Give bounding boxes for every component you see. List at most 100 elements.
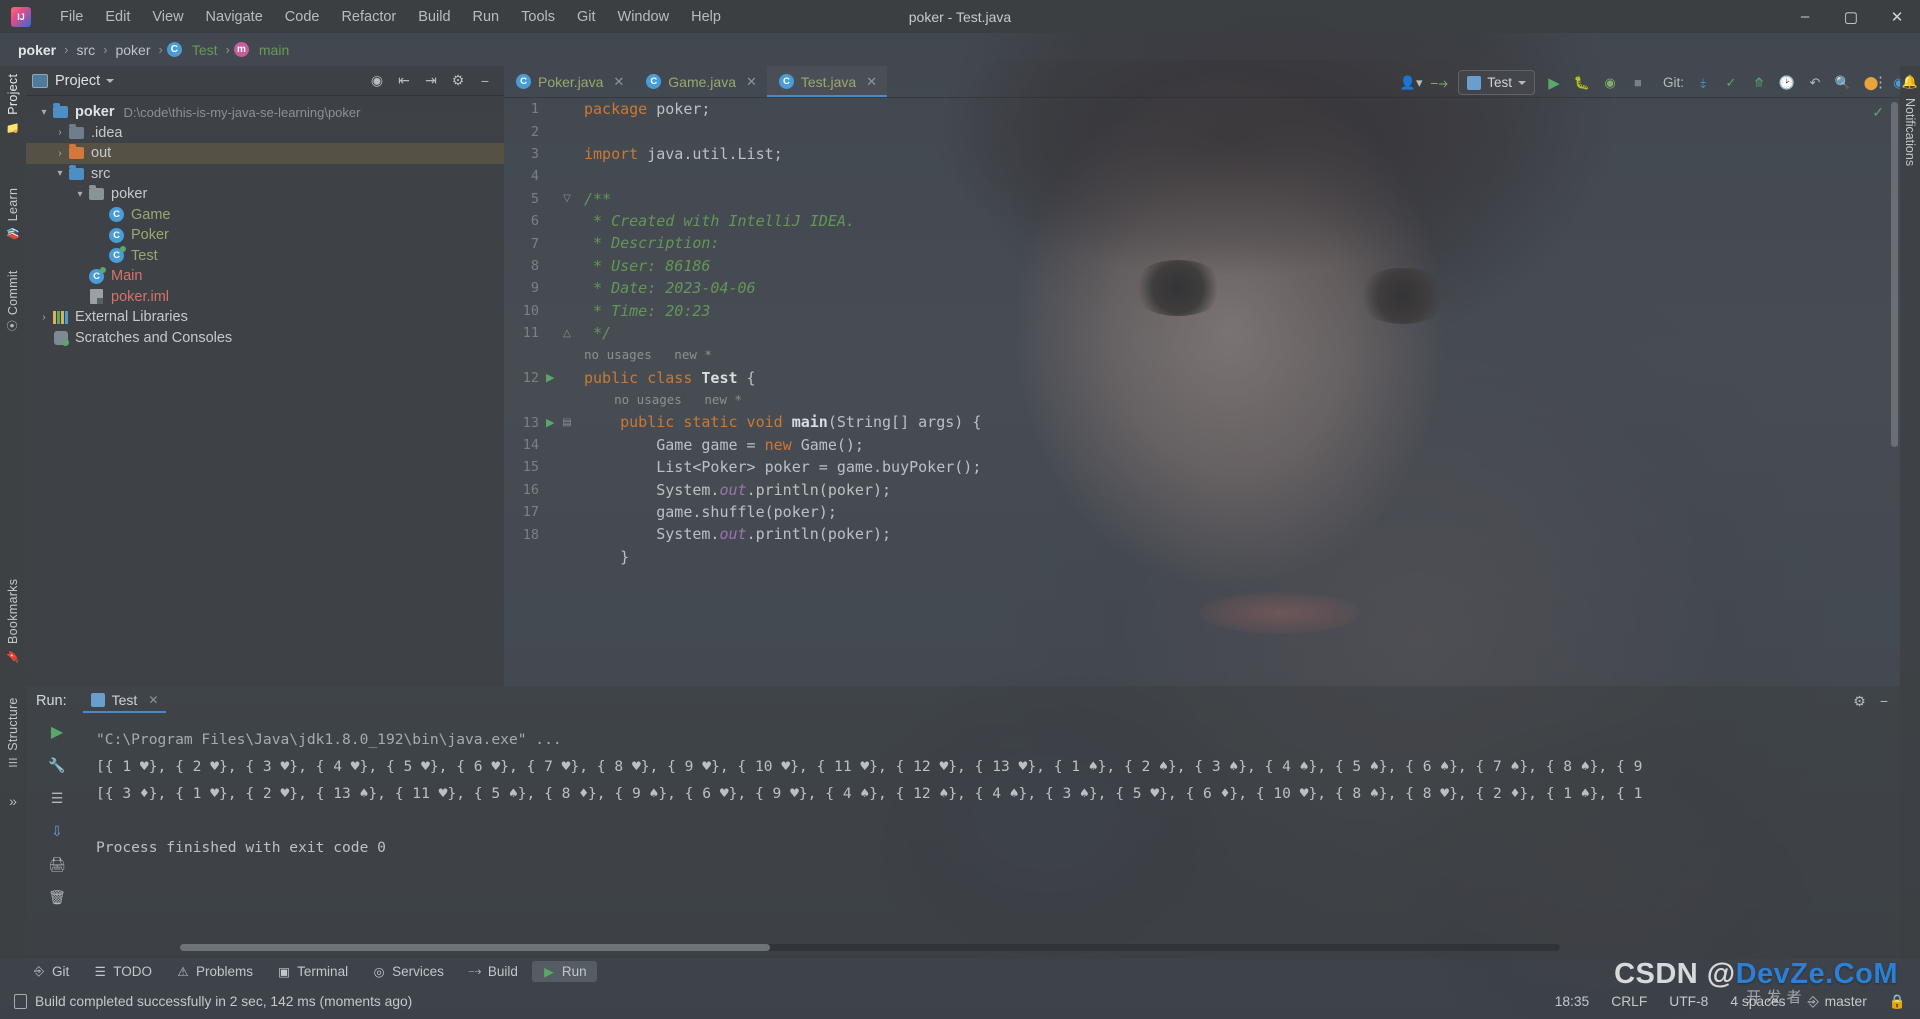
run-tab-test[interactable]: Test ✕ bbox=[82, 689, 167, 713]
trash-icon[interactable]: 🗑 bbox=[46, 887, 68, 907]
notifications-bell-icon[interactable]: 🔔 bbox=[1900, 66, 1920, 90]
settings-gear-icon[interactable]: ⚙ bbox=[1853, 693, 1866, 710]
tool-window-todo[interactable]: ☰ TODO bbox=[83, 961, 162, 982]
fold-icon[interactable]: ▽ bbox=[562, 193, 572, 204]
tool-window-problems[interactable]: ⚠ Problems bbox=[166, 961, 263, 982]
code-text[interactable]: package poker; import java.util.List; /*… bbox=[582, 98, 1900, 686]
module-folder-icon bbox=[52, 103, 69, 120]
menu-help[interactable]: Help bbox=[680, 5, 732, 29]
run-gutter-icon[interactable]: ▶ bbox=[546, 416, 556, 429]
code-inlay-hint-method[interactable]: no usages new * bbox=[582, 389, 1900, 411]
breadcrumb-project[interactable]: poker bbox=[14, 41, 60, 59]
twisty-icon[interactable]: › bbox=[52, 148, 68, 159]
breadcrumb-method[interactable]: main bbox=[255, 41, 293, 59]
readonly-lock-icon[interactable]: 🔒 bbox=[1889, 994, 1906, 1010]
sidebar-label-bookmarks: Bookmarks bbox=[6, 579, 20, 645]
scroll-to-end-icon[interactable]: ⇩ bbox=[46, 821, 68, 841]
twisty-icon[interactable]: ▾ bbox=[36, 107, 52, 118]
console-output[interactable]: "C:\Program Files\Java\jdk1.8.0_192\bin\… bbox=[88, 716, 1900, 959]
close-icon[interactable]: ✕ bbox=[148, 693, 158, 707]
sidebar-item-structure[interactable]: ☰ Structure bbox=[6, 689, 20, 777]
tab-poker-java[interactable]: C Poker.java ✕ bbox=[504, 66, 634, 97]
breadcrumb-class[interactable]: Test bbox=[188, 41, 222, 59]
menu-window[interactable]: Window bbox=[607, 5, 681, 29]
tree-item-src[interactable]: ▾ src bbox=[26, 164, 504, 185]
status-message-group[interactable]: Build completed successfully in 2 sec, 1… bbox=[14, 994, 412, 1009]
minimize-button[interactable]: – bbox=[1782, 0, 1828, 33]
twisty-icon[interactable]: › bbox=[36, 312, 52, 323]
editor-gutter[interactable]: 1 2 3 4 5 ▽ 6 7 8 9 10 11 △ 12 ▶ 13 ▶ ▤ 14 15… bbox=[504, 98, 582, 686]
tree-item-poker-class[interactable]: C Poker bbox=[26, 225, 504, 246]
breadcrumb-src[interactable]: src bbox=[72, 41, 99, 59]
sidebar-item-learn[interactable]: 📚 Learn bbox=[6, 180, 20, 248]
menu-code[interactable]: Code bbox=[274, 5, 331, 29]
breadcrumb-package[interactable]: poker bbox=[111, 41, 154, 59]
hide-icon[interactable]: − bbox=[476, 73, 494, 89]
menu-edit[interactable]: Edit bbox=[94, 5, 141, 29]
fold-icon[interactable]: ▤ bbox=[562, 417, 572, 428]
tool-window-run[interactable]: ▶ Run bbox=[531, 961, 597, 982]
status-branch[interactable]: ⎆ master bbox=[1808, 994, 1867, 1010]
menu-tools[interactable]: Tools bbox=[510, 5, 566, 29]
menu-build[interactable]: Build bbox=[407, 5, 461, 29]
settings-wrench-icon[interactable]: 🔧 bbox=[46, 755, 68, 775]
more-options-icon[interactable]: ⋮ bbox=[1863, 66, 1900, 97]
chevron-down-icon[interactable] bbox=[106, 78, 115, 83]
tree-item-poker-package[interactable]: ▾ poker bbox=[26, 184, 504, 205]
tree-item-out[interactable]: › out bbox=[26, 143, 504, 164]
twisty-icon[interactable]: ▾ bbox=[52, 168, 68, 179]
menu-refactor[interactable]: Refactor bbox=[330, 5, 407, 29]
rerun-play-icon[interactable]: ▶ bbox=[46, 722, 68, 742]
tree-item-poker-module[interactable]: ▾ poker D:\code\this-is-my-java-se-learn… bbox=[26, 102, 504, 123]
twisty-icon[interactable]: › bbox=[52, 127, 68, 138]
tree-item-poker-iml[interactable]: poker.iml bbox=[26, 287, 504, 308]
sidebar-item-bookmarks[interactable]: 🔖 Bookmarks bbox=[6, 571, 20, 671]
console-horizontal-scrollbar[interactable] bbox=[180, 944, 1560, 951]
sidebar-item-project[interactable]: 📁 Project bbox=[6, 66, 20, 142]
menu-file[interactable]: File bbox=[49, 5, 94, 29]
fold-icon[interactable]: △ bbox=[562, 328, 572, 339]
close-icon[interactable]: ✕ bbox=[866, 74, 877, 90]
expand-strip-icon[interactable]: » bbox=[0, 793, 26, 809]
close-icon[interactable]: ✕ bbox=[613, 74, 624, 90]
tree-item-external-libraries[interactable]: › External Libraries bbox=[26, 307, 504, 328]
tab-game-java[interactable]: C Game.java ✕ bbox=[634, 66, 767, 97]
tree-item-main-class[interactable]: C Main bbox=[26, 266, 504, 287]
menu-navigate[interactable]: Navigate bbox=[195, 5, 274, 29]
tool-window-terminal[interactable]: ▣ Terminal bbox=[267, 961, 358, 982]
tab-test-java[interactable]: C Test.java ✕ bbox=[766, 66, 888, 97]
tree-item-scratches[interactable]: Scratches and Consoles bbox=[26, 328, 504, 349]
expand-all-icon[interactable]: ⇤ bbox=[395, 72, 413, 89]
status-indent[interactable]: 4 spaces bbox=[1730, 994, 1785, 1009]
tool-window-build[interactable]: ⤍ Build bbox=[458, 961, 528, 982]
status-encoding[interactable]: UTF-8 bbox=[1669, 994, 1708, 1009]
menu-view[interactable]: View bbox=[141, 5, 194, 29]
intellij-logo-icon[interactable] bbox=[11, 6, 31, 27]
settings-gear-icon[interactable]: ⚙ bbox=[449, 72, 467, 89]
tool-window-git[interactable]: ⎆ Git bbox=[22, 961, 79, 982]
code-inlay-hint-class[interactable]: no usages new * bbox=[582, 344, 1900, 366]
tree-item-game-class[interactable]: C Game bbox=[26, 205, 504, 226]
editor-vertical-scrollbar[interactable] bbox=[1891, 102, 1898, 447]
hide-minimize-icon[interactable]: − bbox=[1880, 693, 1888, 710]
collapse-all-icon[interactable]: ⇥ bbox=[422, 72, 440, 89]
menu-run[interactable]: Run bbox=[462, 5, 511, 29]
maximize-button[interactable]: ▢ bbox=[1828, 0, 1874, 33]
status-line-separator[interactable]: CRLF bbox=[1611, 994, 1647, 1009]
layout-icon[interactable]: ☰ bbox=[46, 788, 68, 808]
external-libraries-icon bbox=[52, 309, 69, 325]
locate-icon[interactable]: ◉ bbox=[368, 72, 386, 89]
close-icon[interactable]: ✕ bbox=[746, 74, 757, 90]
print-icon[interactable]: 🖨 bbox=[46, 854, 68, 874]
tool-window-services[interactable]: ◎ Services bbox=[362, 961, 454, 982]
title-bar: File Edit View Navigate Code Refactor Bu… bbox=[0, 0, 1920, 33]
close-button[interactable]: ✕ bbox=[1874, 0, 1920, 33]
line-number: 6 bbox=[530, 213, 539, 230]
twisty-icon[interactable]: ▾ bbox=[72, 189, 88, 200]
code-editor[interactable]: ✓ 1 2 3 4 5 ▽ 6 7 8 9 10 11 △ 12 ▶ 13 ▶ ▤ 14 … bbox=[504, 98, 1900, 686]
tree-item-idea[interactable]: › .idea bbox=[26, 123, 504, 144]
tree-item-test-class[interactable]: C Test bbox=[26, 246, 504, 267]
sidebar-item-commit[interactable]: ⦿ Commit bbox=[5, 262, 21, 339]
run-gutter-icon[interactable]: ▶ bbox=[546, 371, 556, 384]
menu-git[interactable]: Git bbox=[566, 5, 607, 29]
